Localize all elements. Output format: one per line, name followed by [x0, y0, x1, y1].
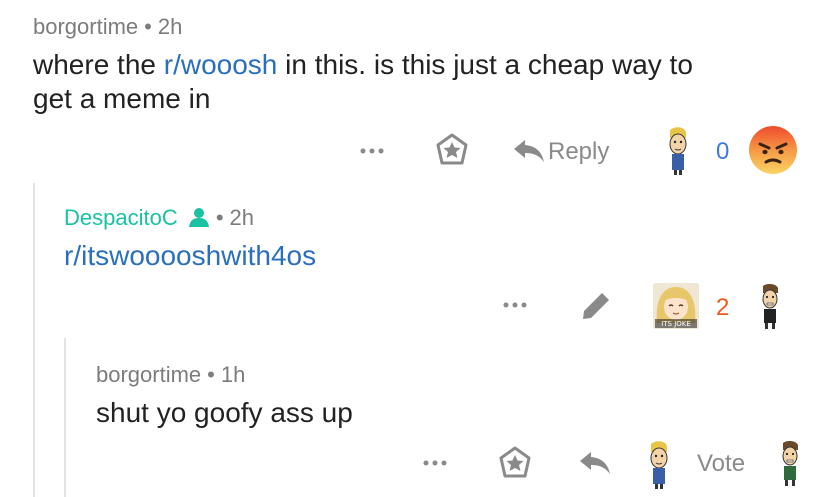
thread-line-level-1 — [33, 183, 35, 497]
upvote-icon[interactable] — [643, 440, 673, 490]
comment-1-text-b: in this. is this just a cheap way to — [277, 49, 693, 80]
more-options-icon[interactable] — [422, 456, 448, 470]
award-icon[interactable] — [435, 133, 469, 167]
comment-3-meta: borgortime • 1h — [96, 362, 245, 388]
reply-button[interactable]: Reply — [548, 138, 609, 166]
comment-3-author[interactable]: borgortime — [96, 362, 201, 387]
comment-1-text-a: where the — [33, 49, 164, 80]
flair-text: ITS JOKE — [661, 320, 691, 328]
comment-1-time: 2h — [157, 14, 183, 39]
meta-separator: • — [215, 205, 224, 230]
meta-separator: • — [207, 362, 215, 387]
more-options-icon[interactable] — [359, 144, 385, 158]
comment-1-meta: borgortime • 2h — [33, 14, 182, 40]
vote-score: 0 — [716, 138, 730, 165]
comment-2-subreddit-link[interactable]: r/itswooooshwith4os — [64, 240, 316, 271]
reply-arrow-icon[interactable] — [578, 450, 612, 476]
more-options-icon[interactable] — [502, 298, 528, 312]
comment-2-meta: DespacitoC • 2h — [64, 205, 254, 231]
angry-face-downvote-icon[interactable] — [748, 125, 798, 175]
comment-1-subreddit-link[interactable]: r/wooosh — [164, 49, 278, 80]
comment-3-body: shut yo goofy ass up — [96, 397, 353, 428]
comment-3-time: 1h — [220, 362, 246, 387]
comment-2-body: r/itswooooshwith4os — [64, 239, 316, 273]
comment-1-line-2: get a meme in — [33, 83, 211, 114]
upvote-icon[interactable] — [662, 126, 692, 176]
op-user-icon — [188, 208, 209, 227]
anime-flair-upvote-button[interactable]: ITS JOKE — [653, 283, 699, 329]
award-icon[interactable] — [498, 446, 532, 480]
vote-label: Vote — [697, 450, 746, 477]
comment-1-line-1: where the r/wooosh in this. is this just… — [33, 48, 813, 82]
cartoon-downvote-icon[interactable] — [756, 283, 784, 331]
edit-pencil-icon[interactable] — [580, 290, 612, 322]
comment-2-author[interactable]: DespacitoC — [64, 205, 178, 230]
thread-line-level-2 — [64, 338, 66, 497]
comment-2-time: 2h — [229, 205, 255, 230]
comment-1-body: where the r/wooosh in this. is this just… — [33, 48, 813, 116]
reply-arrow-icon[interactable] — [512, 138, 546, 164]
meta-separator: • — [144, 14, 152, 39]
vote-score: 2 — [716, 294, 730, 321]
comment-1-author[interactable]: borgortime — [33, 14, 138, 39]
cartoon-downvote-icon[interactable] — [776, 440, 804, 488]
